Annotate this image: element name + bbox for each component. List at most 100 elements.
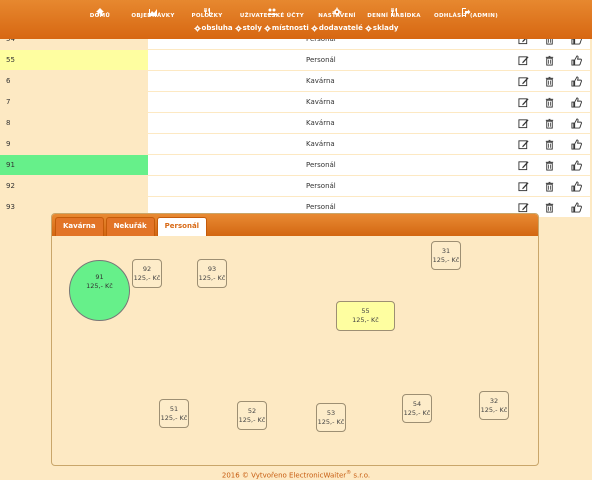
home-icon <box>95 2 105 16</box>
thumbs-up-icon[interactable] <box>562 176 590 196</box>
table-row: 55 Personál <box>0 50 592 71</box>
floor-table[interactable]: 52 125,- Kč <box>237 401 267 430</box>
thumbs-up-icon[interactable] <box>562 92 590 112</box>
tab-room-0[interactable]: Kavárna <box>55 217 104 236</box>
nav-item-4[interactable]: NASTAVENÍ <box>312 0 362 24</box>
users-icon <box>267 2 277 15</box>
tables-list: 54 Personál 55 Personál 6 Kavárna 7 Kavárna 8 Kav… <box>0 29 592 218</box>
thumbs-up-icon[interactable] <box>562 71 590 91</box>
subnav-item-3[interactable]: dodavatelé <box>311 24 363 32</box>
nav-item-3[interactable]: UŽIVATELSKÉ ÚČTY <box>232 0 312 24</box>
trash-icon[interactable] <box>537 113 562 133</box>
nav-item-label: DENNÍ NABÍDKA <box>367 13 421 19</box>
floor-table[interactable]: 32 125,- Kč <box>479 391 509 420</box>
floor-table[interactable]: 91 125,- Kč <box>69 260 130 321</box>
thumbs-up-icon[interactable] <box>562 50 590 70</box>
edit-icon[interactable] <box>510 113 537 133</box>
edit-icon[interactable] <box>510 71 537 91</box>
trash-icon[interactable] <box>537 176 562 196</box>
nav-item-label: NASTAVENÍ <box>318 13 356 19</box>
main-nav: DOMŮ OBJEDNÁVKY POLOŽKY UŽIVATELSKÉ ÚČTY NAS… <box>76 0 506 24</box>
nav-item-label: OBJEDNÁVKY <box>131 13 175 19</box>
subnav-item-2[interactable]: místnosti <box>264 24 309 32</box>
trash-icon[interactable] <box>537 92 562 112</box>
subnav-item-4[interactable]: sklady <box>365 24 399 32</box>
trash-icon[interactable] <box>537 155 562 175</box>
floor-table-price: 125,- Kč <box>480 405 508 414</box>
nav-item-label: POLOŽKY <box>191 13 223 19</box>
table-row: 91 Personál <box>0 155 592 176</box>
edit-icon[interactable] <box>510 155 537 175</box>
edit-icon[interactable] <box>510 176 537 196</box>
subnav-item-label: sklady <box>372 24 399 32</box>
floor-table-price: 125,- Kč <box>198 273 226 282</box>
subnav-item-label: dodavatelé <box>318 24 363 32</box>
footer-suffix: s.r.o. <box>351 471 371 480</box>
nav-item-label: UŽIVATELSKÉ ÚČTY <box>239 13 305 19</box>
nav-item-5[interactable]: DENNÍ NABÍDKA <box>362 0 426 24</box>
thumbs-up-icon[interactable] <box>562 155 590 175</box>
thumbs-up-icon[interactable] <box>562 134 590 154</box>
room-cell: Kavárna <box>303 92 510 112</box>
trash-icon[interactable] <box>537 71 562 91</box>
cutlery-icon <box>202 2 212 16</box>
floor-table-number: 55 <box>361 307 370 315</box>
thumbs-up-icon[interactable] <box>562 113 590 133</box>
subnav-item-label: stoly <box>242 24 262 32</box>
trash-icon[interactable] <box>537 50 562 70</box>
table-row: 9 Kavárna <box>0 134 592 155</box>
floor-table-price: 125,- Kč <box>133 273 161 282</box>
thumbs-up-icon[interactable] <box>562 197 590 217</box>
nav-item-label: DOMŮ <box>89 13 111 19</box>
edit-icon[interactable] <box>510 92 537 112</box>
trash-icon[interactable] <box>537 134 562 154</box>
tab-room-2[interactable]: Personál <box>156 217 208 236</box>
room-cell: Personál <box>303 155 510 175</box>
floor-table[interactable]: 92 125,- Kč <box>132 259 162 288</box>
subnav-item-1[interactable]: stoly <box>234 24 262 32</box>
floor-table[interactable]: 55 125,- Kč <box>336 301 395 331</box>
floor-table-number: 92 <box>142 264 152 273</box>
room-cell: Personál <box>303 176 510 196</box>
subnav-item-label: místnosti <box>271 24 309 32</box>
nav-item-1[interactable]: OBJEDNÁVKY <box>124 0 182 24</box>
subnav-item-label: obsluha <box>201 24 233 32</box>
table-number-cell: 91 <box>0 155 148 175</box>
empty-cell <box>148 71 303 91</box>
gear-icon <box>234 24 242 32</box>
empty-cell <box>148 92 303 112</box>
floor-table-price: 125,- Kč <box>238 415 266 424</box>
gear-icon <box>332 2 342 17</box>
nav-item-6[interactable]: ODHLÁSIT (ADMIN) <box>426 0 506 24</box>
floor-table[interactable]: 51 125,- Kč <box>159 399 189 428</box>
floor-table-number: 51 <box>169 404 179 413</box>
logout-icon <box>461 2 471 16</box>
edit-icon[interactable] <box>510 134 537 154</box>
edit-icon[interactable] <box>510 50 537 70</box>
nav-item-2[interactable]: POLOŽKY <box>182 0 232 24</box>
floor-table-price: 125,- Kč <box>160 413 188 422</box>
trash-icon[interactable] <box>537 197 562 217</box>
gear-icon <box>264 24 271 32</box>
settings-subnav: obsluha stoly místnosti dodavatelé sklady <box>0 24 592 34</box>
empty-cell <box>148 155 303 175</box>
panel-header: Kavárna Nekuřák Personál <box>52 214 538 236</box>
room-cell: Kavárna <box>303 134 510 154</box>
empty-cell <box>148 134 303 154</box>
footer: 2016 © Vytvořeno ElectronicWaiter® s.r.o… <box>0 470 592 479</box>
nav-item-0[interactable]: DOMŮ <box>76 0 124 24</box>
floor-plan-panel: Kavárna Nekuřák Personál 91 125,- Kč 92 125,-… <box>51 213 539 466</box>
floor-table[interactable]: 54 125,- Kč <box>402 394 432 423</box>
empty-cell <box>148 176 303 196</box>
floor-table-price: 125,- Kč <box>432 255 460 264</box>
empty-cell <box>148 113 303 133</box>
tab-room-1[interactable]: Nekuřák <box>105 217 155 236</box>
table-number-cell: 92 <box>0 176 148 196</box>
top-header: DOMŮ OBJEDNÁVKY POLOŽKY UŽIVATELSKÉ ÚČTY NAS… <box>0 0 592 39</box>
floor-table[interactable]: 31 125,- Kč <box>431 241 461 270</box>
floor-table[interactable]: 53 125,- Kč <box>316 403 346 432</box>
table-number-cell: 7 <box>0 92 148 112</box>
subnav-item-0[interactable]: obsluha <box>193 24 233 32</box>
floor-table[interactable]: 93 125,- Kč <box>197 259 227 288</box>
floor-table-price: 125,- Kč <box>86 282 113 290</box>
